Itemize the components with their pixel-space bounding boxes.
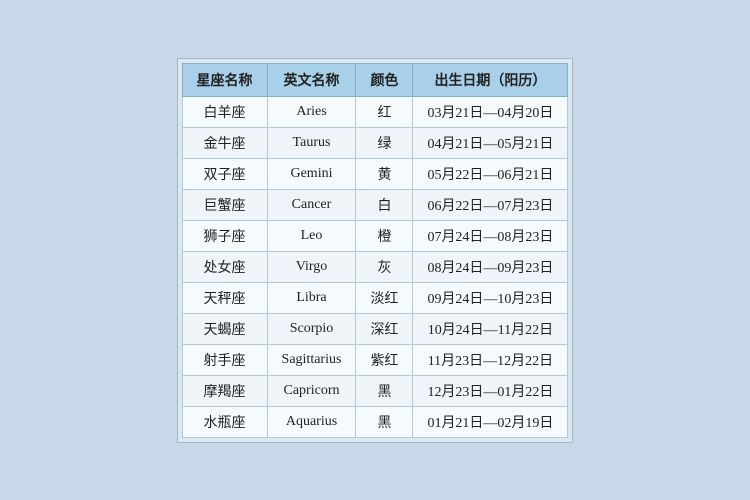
table-row: 射手座Sagittarius紫红11月23日—12月22日 <box>182 344 568 375</box>
header-birthdate: 出生日期（阳历） <box>413 63 568 96</box>
cell-r2-c2: 黄 <box>356 158 413 189</box>
cell-r8-c3: 11月23日—12月22日 <box>413 344 568 375</box>
cell-r9-c3: 12月23日—01月22日 <box>413 375 568 406</box>
cell-r2-c3: 05月22日—06月21日 <box>413 158 568 189</box>
cell-r7-c2: 深红 <box>356 313 413 344</box>
header-color: 颜色 <box>356 63 413 96</box>
table-header-row: 星座名称 英文名称 颜色 出生日期（阳历） <box>182 63 568 96</box>
cell-r4-c0: 狮子座 <box>182 220 267 251</box>
cell-r9-c0: 摩羯座 <box>182 375 267 406</box>
cell-r4-c1: Leo <box>267 220 356 251</box>
cell-r9-c1: Capricorn <box>267 375 356 406</box>
table-row: 白羊座Aries红03月21日—04月20日 <box>182 96 568 127</box>
cell-r2-c1: Gemini <box>267 158 356 189</box>
cell-r3-c2: 白 <box>356 189 413 220</box>
cell-r0-c3: 03月21日—04月20日 <box>413 96 568 127</box>
zodiac-table: 星座名称 英文名称 颜色 出生日期（阳历） 白羊座Aries红03月21日—04… <box>182 63 569 438</box>
table-row: 金牛座Taurus绿04月21日—05月21日 <box>182 127 568 158</box>
table-row: 狮子座Leo橙07月24日—08月23日 <box>182 220 568 251</box>
table-row: 天蝎座Scorpio深红10月24日—11月22日 <box>182 313 568 344</box>
cell-r1-c2: 绿 <box>356 127 413 158</box>
cell-r8-c1: Sagittarius <box>267 344 356 375</box>
cell-r1-c0: 金牛座 <box>182 127 267 158</box>
table-row: 处女座Virgo灰08月24日—09月23日 <box>182 251 568 282</box>
cell-r10-c0: 水瓶座 <box>182 406 267 437</box>
table-row: 巨蟹座Cancer白06月22日—07月23日 <box>182 189 568 220</box>
cell-r5-c2: 灰 <box>356 251 413 282</box>
cell-r10-c1: Aquarius <box>267 406 356 437</box>
cell-r0-c0: 白羊座 <box>182 96 267 127</box>
cell-r7-c3: 10月24日—11月22日 <box>413 313 568 344</box>
header-english-name: 英文名称 <box>267 63 356 96</box>
cell-r0-c1: Aries <box>267 96 356 127</box>
cell-r3-c0: 巨蟹座 <box>182 189 267 220</box>
cell-r1-c1: Taurus <box>267 127 356 158</box>
cell-r4-c2: 橙 <box>356 220 413 251</box>
cell-r2-c0: 双子座 <box>182 158 267 189</box>
cell-r0-c2: 红 <box>356 96 413 127</box>
cell-r10-c2: 黑 <box>356 406 413 437</box>
cell-r5-c3: 08月24日—09月23日 <box>413 251 568 282</box>
cell-r6-c3: 09月24日—10月23日 <box>413 282 568 313</box>
cell-r4-c3: 07月24日—08月23日 <box>413 220 568 251</box>
cell-r10-c3: 01月21日—02月19日 <box>413 406 568 437</box>
cell-r6-c1: Libra <box>267 282 356 313</box>
cell-r3-c1: Cancer <box>267 189 356 220</box>
cell-r8-c2: 紫红 <box>356 344 413 375</box>
zodiac-table-container: 星座名称 英文名称 颜色 出生日期（阳历） 白羊座Aries红03月21日—04… <box>177 58 574 443</box>
cell-r6-c0: 天秤座 <box>182 282 267 313</box>
cell-r7-c1: Scorpio <box>267 313 356 344</box>
cell-r7-c0: 天蝎座 <box>182 313 267 344</box>
cell-r5-c1: Virgo <box>267 251 356 282</box>
cell-r6-c2: 淡红 <box>356 282 413 313</box>
table-row: 水瓶座Aquarius黑01月21日—02月19日 <box>182 406 568 437</box>
cell-r1-c3: 04月21日—05月21日 <box>413 127 568 158</box>
table-row: 摩羯座Capricorn黑12月23日—01月22日 <box>182 375 568 406</box>
cell-r8-c0: 射手座 <box>182 344 267 375</box>
table-row: 天秤座Libra淡红09月24日—10月23日 <box>182 282 568 313</box>
header-chinese-name: 星座名称 <box>182 63 267 96</box>
table-row: 双子座Gemini黄05月22日—06月21日 <box>182 158 568 189</box>
cell-r3-c3: 06月22日—07月23日 <box>413 189 568 220</box>
cell-r9-c2: 黑 <box>356 375 413 406</box>
cell-r5-c0: 处女座 <box>182 251 267 282</box>
